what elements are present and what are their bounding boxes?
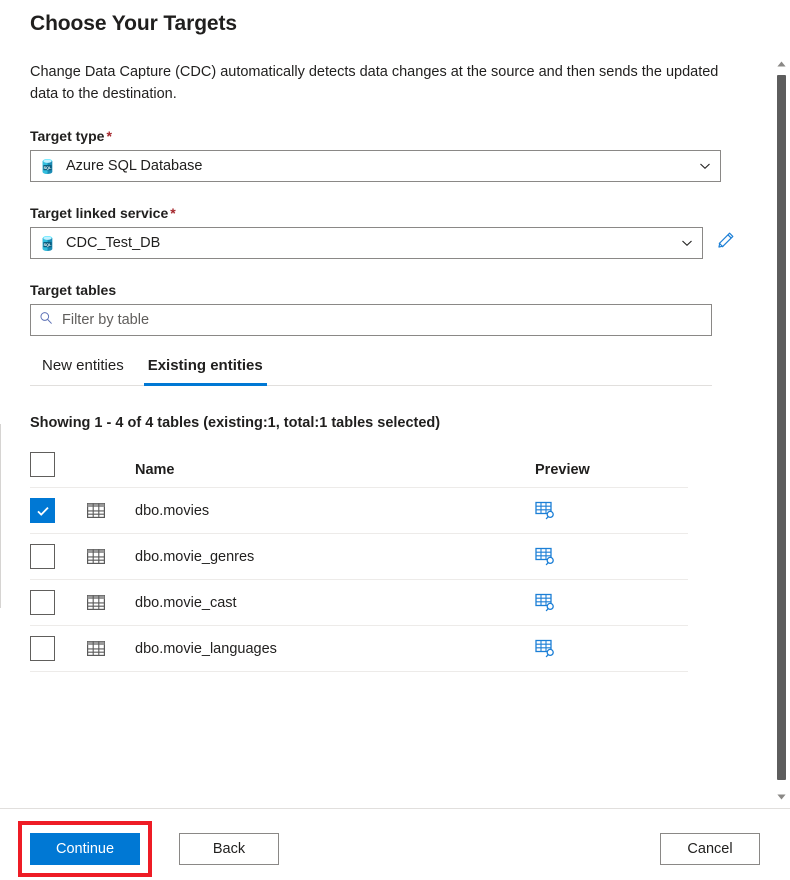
- edit-linked-service-button[interactable]: [711, 228, 740, 258]
- entity-tabs: New entities Existing entities: [30, 353, 712, 386]
- row-checkbox[interactable]: [30, 636, 55, 661]
- dialog-content: Choose Your Targets Change Data Capture …: [0, 0, 770, 672]
- select-all-header-cell: [30, 452, 87, 488]
- choose-your-targets-dialog: Choose Your Targets Change Data Capture …: [0, 0, 790, 880]
- table-preview-icon[interactable]: [535, 639, 688, 659]
- target-type-label-text: Target type: [30, 128, 104, 144]
- svg-text:SQL: SQL: [44, 242, 52, 246]
- vertical-scrollbar[interactable]: [773, 55, 790, 805]
- table-preview-icon[interactable]: [535, 547, 688, 567]
- name-column-header: Name: [135, 452, 535, 488]
- target-linked-service-row: SQL CDC_Test_DB: [30, 227, 740, 259]
- dialog-scroll-body: Choose Your Targets Change Data Capture …: [0, 0, 770, 808]
- search-icon: [39, 311, 53, 330]
- back-button[interactable]: Back: [179, 833, 279, 865]
- scroll-down-arrow-icon[interactable]: [773, 788, 790, 805]
- target-type-required-asterisk: *: [106, 128, 111, 144]
- table-grid-icon: [87, 595, 135, 610]
- target-tables-table: Name Preview: [30, 452, 688, 672]
- page-title: Choose Your Targets: [30, 0, 740, 38]
- pencil-icon: [716, 231, 735, 255]
- table-preview-icon[interactable]: [535, 501, 688, 521]
- row-name: dbo.movie_cast: [135, 580, 535, 626]
- row-preview-cell: [535, 534, 688, 580]
- row-checkbox-cell: [30, 626, 87, 672]
- target-type-dropdown[interactable]: SQL Azure SQL Database: [30, 150, 721, 182]
- target-tables-label: Target tables: [30, 282, 740, 298]
- table-row[interactable]: dbo.movies: [30, 488, 688, 534]
- row-checkbox[interactable]: [30, 544, 55, 569]
- row-preview-cell: [535, 488, 688, 534]
- row-icon-cell: [87, 626, 135, 672]
- page-description: Change Data Capture (CDC) automatically …: [30, 61, 730, 105]
- table-header: Name Preview: [30, 452, 688, 488]
- table-filter-searchbox[interactable]: [30, 304, 712, 336]
- azure-sql-database-icon: SQL: [39, 235, 56, 252]
- row-icon-cell: [87, 534, 135, 580]
- azure-sql-database-icon: SQL: [39, 158, 56, 175]
- table-grid-icon: [87, 503, 135, 518]
- preview-column-header: Preview: [535, 452, 688, 488]
- row-preview-cell: [535, 626, 688, 672]
- chevron-down-icon: [699, 160, 711, 172]
- row-icon-cell: [87, 580, 135, 626]
- cancel-button[interactable]: Cancel: [660, 833, 760, 865]
- continue-button[interactable]: Continue: [30, 833, 140, 865]
- row-preview-cell: [535, 580, 688, 626]
- target-linked-service-value: CDC_Test_DB: [66, 235, 160, 251]
- showing-count-text: Showing 1 - 4 of 4 tables (existing:1, t…: [30, 415, 740, 431]
- tab-existing-entities[interactable]: Existing entities: [136, 353, 275, 385]
- target-linked-service-dropdown[interactable]: SQL CDC_Test_DB: [30, 227, 703, 259]
- target-type-row: SQL Azure SQL Database: [30, 150, 740, 182]
- table-preview-icon[interactable]: [535, 593, 688, 613]
- row-checkbox[interactable]: [30, 590, 55, 615]
- table-grid-icon: [87, 641, 135, 656]
- table-row[interactable]: dbo.movie_cast: [30, 580, 688, 626]
- scrollbar-thumb[interactable]: [777, 75, 786, 780]
- target-linked-service-label: Target linked service*: [30, 205, 740, 221]
- target-linked-service-required-asterisk: *: [170, 205, 175, 221]
- dialog-footer: Continue Back Cancel: [0, 808, 790, 880]
- row-checkbox-cell: [30, 580, 87, 626]
- search-input[interactable]: [62, 312, 703, 328]
- row-checkbox-cell: [30, 534, 87, 580]
- row-checkbox[interactable]: [30, 498, 55, 523]
- target-type-value: Azure SQL Database: [66, 158, 202, 174]
- icon-header-cell: [87, 452, 135, 488]
- row-name: dbo.movie_genres: [135, 534, 535, 580]
- scroll-up-arrow-icon[interactable]: [773, 55, 790, 72]
- table-grid-icon: [87, 549, 135, 564]
- table-row[interactable]: dbo.movie_languages: [30, 626, 688, 672]
- tab-new-entities[interactable]: New entities: [30, 353, 136, 385]
- chevron-down-icon: [681, 237, 693, 249]
- target-type-label: Target type*: [30, 128, 740, 144]
- table-row[interactable]: dbo.movie_genres: [30, 534, 688, 580]
- row-name: dbo.movie_languages: [135, 626, 535, 672]
- left-edge-divider: [0, 424, 1, 608]
- row-name: dbo.movies: [135, 488, 535, 534]
- select-all-checkbox[interactable]: [30, 452, 55, 477]
- svg-text:SQL: SQL: [44, 165, 52, 169]
- row-icon-cell: [87, 488, 135, 534]
- table-body: dbo.movies: [30, 488, 688, 672]
- row-checkbox-cell: [30, 488, 87, 534]
- target-linked-service-label-text: Target linked service: [30, 205, 168, 221]
